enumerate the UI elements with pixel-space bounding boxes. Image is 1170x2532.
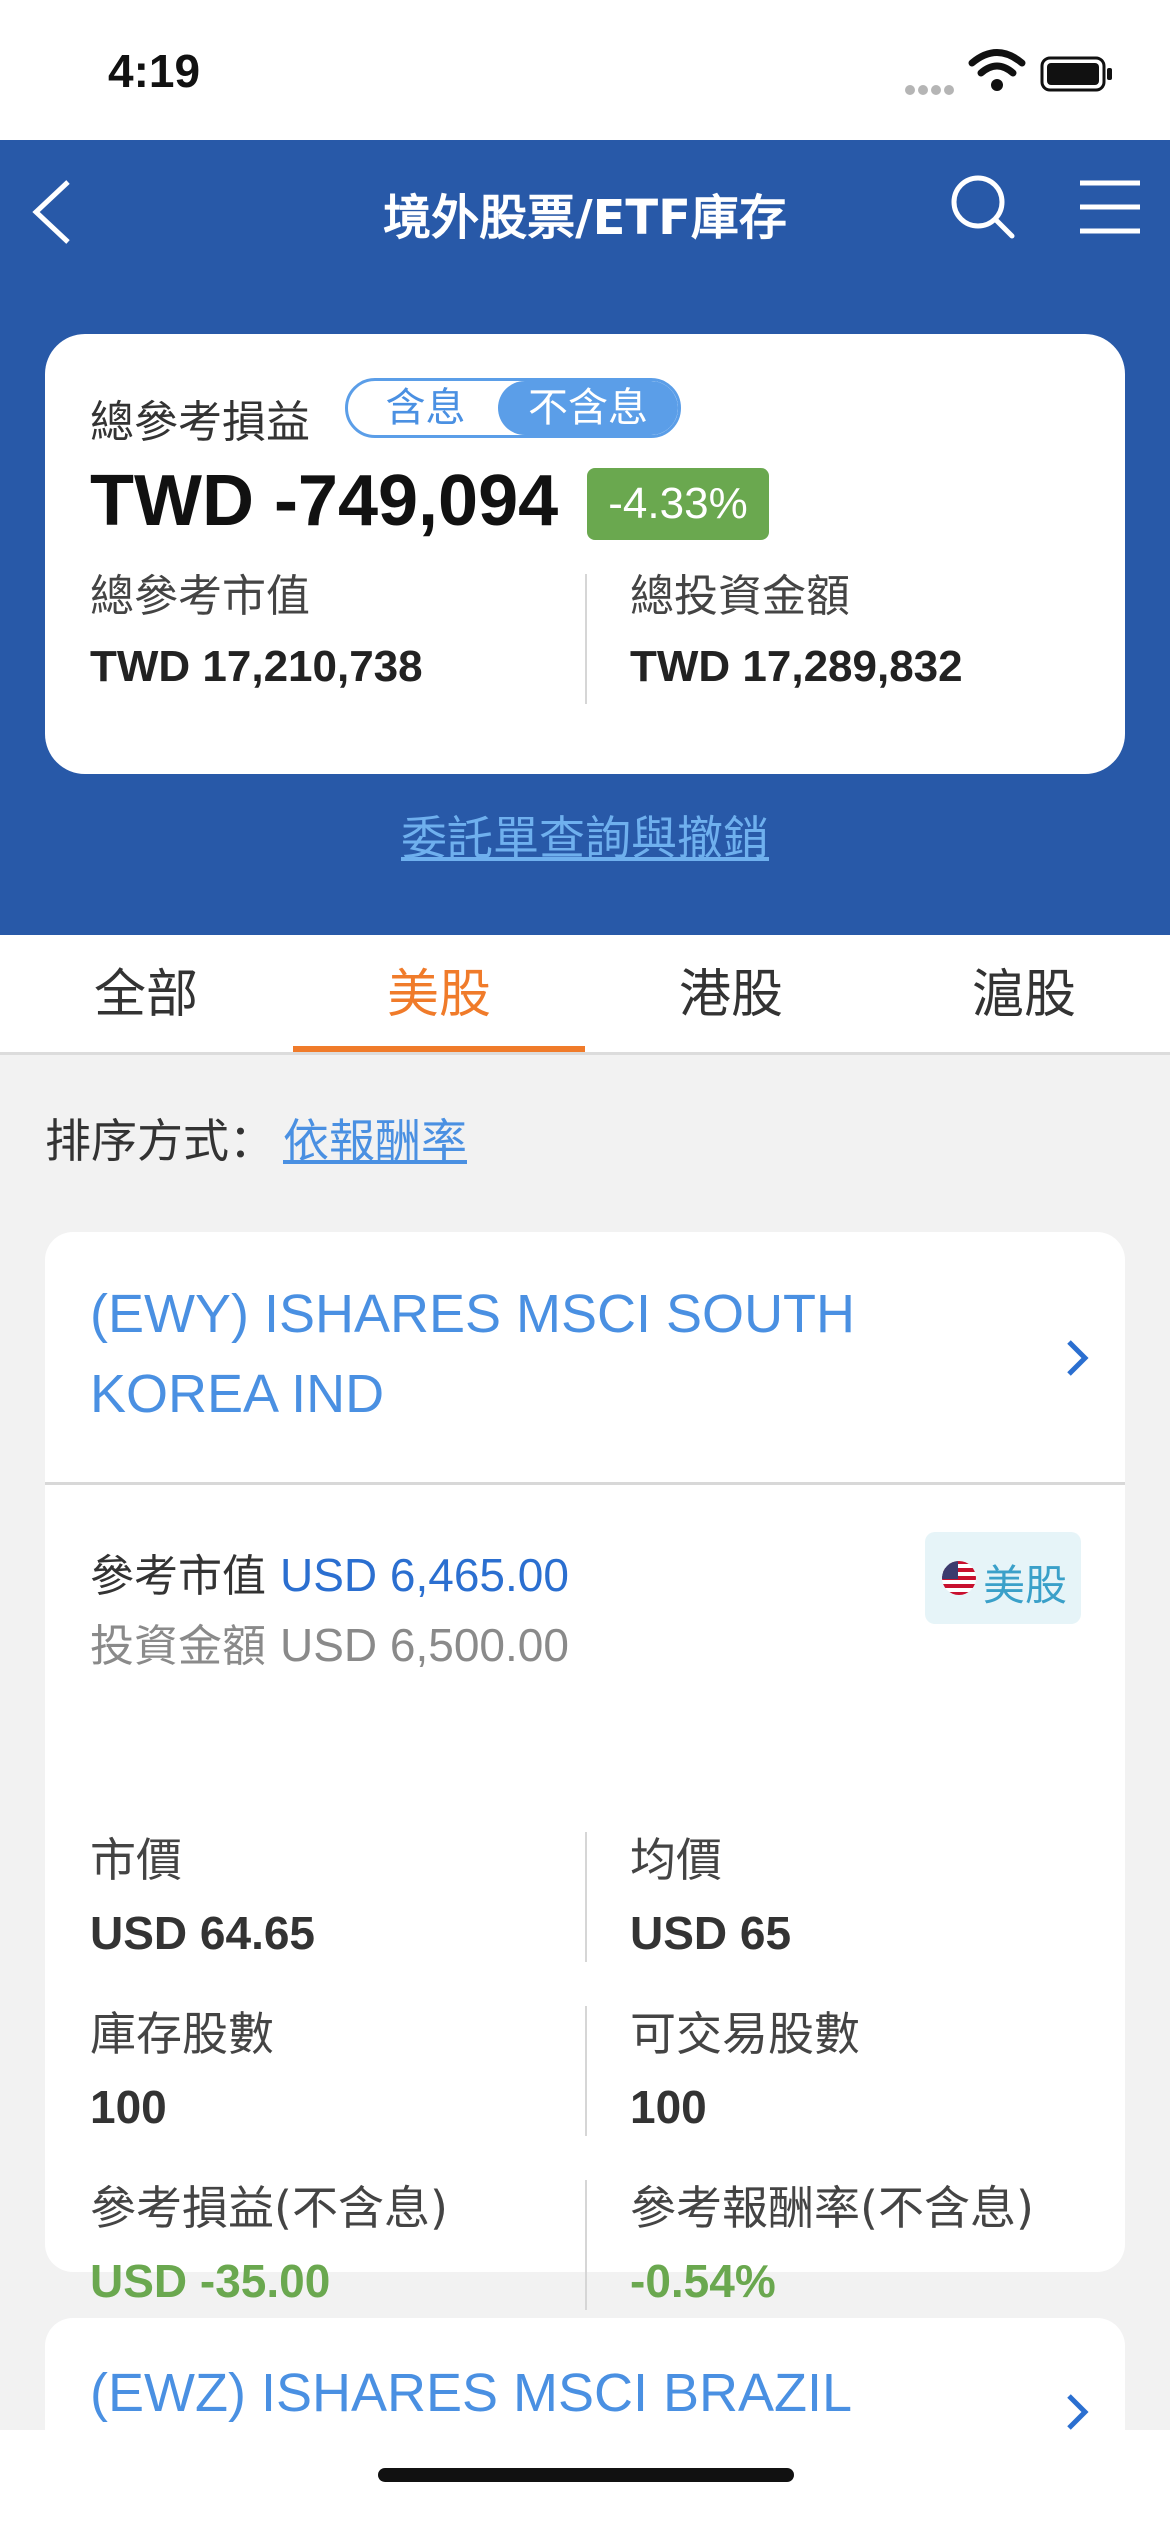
price-value: USD 64.65	[90, 1907, 316, 1959]
investment-row: 投資金額 USD 6,500.00	[90, 1610, 569, 1674]
divider	[585, 2006, 587, 2136]
status-time: 4:19	[108, 45, 201, 97]
avg-price-cell: 均價 USD 65	[630, 1824, 791, 1960]
return-label: 參考報酬率(不含息)	[630, 2181, 1034, 2235]
menu-icon[interactable]	[1078, 178, 1142, 236]
sort-label: 排序方式：	[45, 1114, 275, 1168]
market-badge: 美股	[925, 1532, 1081, 1624]
tradable-shares-cell: 可交易股數 100	[630, 1998, 860, 2134]
tab-all[interactable]: 全部	[0, 935, 292, 1055]
total-investment: 總投資金額 TWD 17,289,832	[630, 560, 963, 692]
total-market-value-amount: TWD 17,210,738	[90, 642, 423, 691]
tab-us[interactable]: 美股	[293, 935, 585, 1055]
total-investment-label: 總投資金額	[630, 571, 850, 622]
toggle-without-dividend[interactable]: 不含息	[498, 381, 678, 435]
tab-indicator	[293, 1046, 585, 1052]
sort-option-link[interactable]: 依報酬率	[283, 1114, 467, 1168]
chevron-right-icon[interactable]	[1063, 1336, 1091, 1380]
us-flag-icon	[942, 1561, 976, 1595]
order-query-link[interactable]: 委託單查詢與撤銷	[0, 802, 1170, 868]
dividend-toggle[interactable]: 含息 不含息	[345, 378, 681, 438]
tradable-shares-label: 可交易股數	[630, 2007, 860, 2061]
avg-price-label: 均價	[630, 1833, 722, 1887]
battery-icon	[1040, 56, 1112, 92]
signal-icon	[905, 80, 963, 95]
total-market-value-label: 總參考市值	[90, 571, 310, 622]
divider	[45, 1482, 1125, 1485]
return-cell: 參考報酬率(不含息) -0.54%	[630, 2172, 1034, 2308]
holding-title[interactable]: (EWY) ISHARES MSCI SOUTH KOREA IND	[90, 1274, 990, 1434]
divider	[585, 2180, 587, 2310]
holding-card: (EWY) ISHARES MSCI SOUTH KOREA IND 參考市值 …	[45, 1232, 1125, 2310]
return-value: -0.54%	[630, 2255, 776, 2307]
pnl-label: 參考損益(不含息)	[90, 2181, 448, 2235]
market-value-amount: USD 6,465.00	[280, 1549, 569, 1601]
tab-sh[interactable]: 滬股	[878, 935, 1170, 1055]
market-tabs: 全部 美股 港股 滬股	[0, 935, 1170, 1055]
divider	[585, 1832, 587, 1962]
shares-label: 庫存股數	[90, 2007, 274, 2061]
market-value-label: 參考市值	[90, 1551, 266, 1602]
tradable-shares-value: 100	[630, 2081, 707, 2133]
price-cell: 市價 USD 64.65	[90, 1824, 315, 1960]
sort-row: 排序方式： 依報酬率	[45, 1105, 467, 1171]
summary-card: 總參考損益 含息 不含息 TWD -749,094 -4.33% 總參考市值 T…	[45, 334, 1125, 774]
status-bar: 4:19	[0, 0, 1170, 140]
market-value-row: 參考市值 USD 6,465.00	[90, 1540, 569, 1604]
total-investment-amount: TWD 17,289,832	[630, 642, 963, 691]
investment-label: 投資金額	[90, 1621, 266, 1672]
total-market-value: 總參考市值 TWD 17,210,738	[90, 560, 423, 692]
total-pnl-value: TWD -749,094	[90, 461, 559, 541]
header: 境外股票/ETF庫存 總參考損益 含息 不含息 TWD -749,094 -4.…	[0, 140, 1170, 935]
toggle-with-dividend[interactable]: 含息	[348, 381, 503, 435]
market-badge-label: 美股	[983, 1561, 1068, 1610]
wifi-icon	[968, 49, 1026, 91]
pnl-value: USD -35.00	[90, 2255, 331, 2307]
holding-title[interactable]: (EWZ) ISHARES MSCI BRAZIL	[90, 2362, 852, 2424]
shares-value: 100	[90, 2081, 167, 2133]
pnl-percent-badge: -4.33%	[587, 468, 769, 540]
chevron-right-icon[interactable]	[1063, 2390, 1091, 2434]
total-pnl-label: 總參考損益	[90, 397, 310, 448]
pnl-cell: 參考損益(不含息) USD -35.00	[90, 2172, 448, 2308]
tab-hk[interactable]: 港股	[585, 935, 877, 1055]
shares-cell: 庫存股數 100	[90, 1998, 274, 2134]
home-indicator[interactable]	[378, 2468, 794, 2482]
home-indicator-area	[0, 2430, 1170, 2532]
divider	[585, 574, 587, 704]
price-label: 市價	[90, 1833, 182, 1887]
search-icon[interactable]	[950, 174, 1016, 240]
investment-amount: USD 6,500.00	[280, 1619, 569, 1671]
avg-price-value: USD 65	[630, 1907, 792, 1959]
